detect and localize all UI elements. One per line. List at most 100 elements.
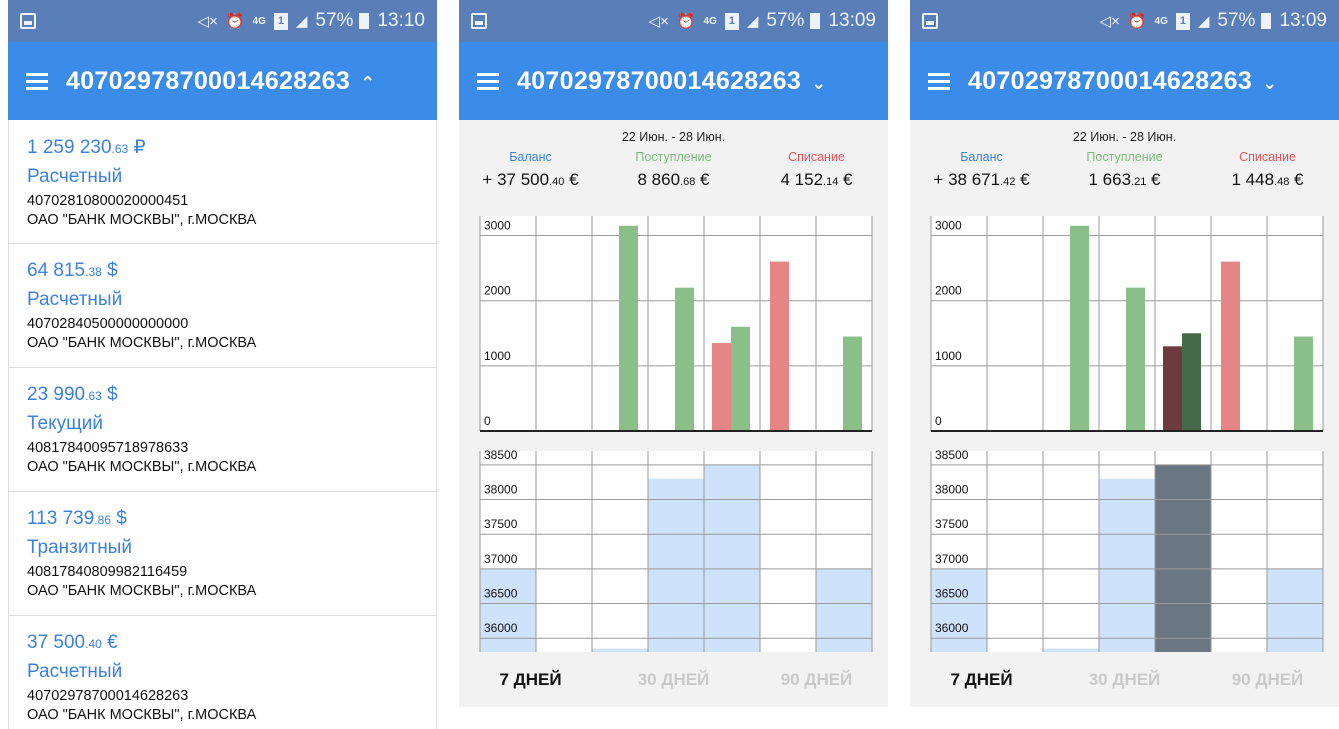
account-type: Расчетный [27, 289, 123, 310]
account-amount: 113 739.86 $ [27, 508, 127, 529]
balance-bar [480, 568, 536, 652]
expense-label: Списание [788, 150, 845, 164]
account-item[interactable]: 37 500.40 € Расчетный 407029787000146282… [9, 616, 436, 729]
account-title: 40702978700014628263 [517, 66, 802, 95]
account-item[interactable]: 1 259 230.63 ₽ Расчетный 407028108000200… [9, 120, 436, 244]
balance-value: + 38 671.42 € [933, 170, 1030, 189]
account-item[interactable]: 64 815.38 $ Расчетный 407028405000000000… [9, 244, 436, 368]
bank-name: ОАО "БАНК МОСКВЫ", г.МОСКВА [27, 335, 257, 351]
signal-icon: ◢ [746, 13, 759, 30]
account-item[interactable]: 113 739.86 $ Транзитный 4081784080998211… [9, 492, 436, 616]
account-number: 40702840500000000000 [27, 316, 189, 332]
account-type: Текущий [27, 413, 103, 434]
bank-name: ОАО "БАНК МОСКВЫ", г.МОСКВА [27, 459, 257, 475]
account-title: 40702978700014628263 [66, 66, 351, 95]
y-tick-label: 37500 [935, 517, 969, 531]
clock: 13:09 [1279, 10, 1327, 31]
income-label: Поступление [1086, 150, 1163, 164]
account-amount: 64 815.38 $ [27, 260, 118, 281]
clock: 13:10 [377, 10, 425, 31]
balance-chart[interactable]: 36000365003700037500380003850022 Июн.23 … [459, 206, 888, 652]
menu-icon[interactable] [928, 73, 950, 90]
y-tick-label: 38500 [935, 448, 969, 462]
alarm-icon: ⏰ [1127, 13, 1147, 30]
alarm-icon: ⏰ [225, 13, 245, 30]
account-type: Расчетный [27, 166, 123, 187]
tab-90-days[interactable]: 90 ДНЕЙ [1196, 670, 1339, 690]
battery-icon [359, 13, 370, 29]
balance-bar [1155, 464, 1211, 652]
y-tick-label: 36500 [484, 587, 518, 601]
sim-icon: 1 [1175, 12, 1190, 30]
balance-bar [1267, 568, 1323, 652]
battery-percent: 57% [1217, 10, 1256, 31]
income-value: 8 860.68 € [637, 170, 710, 189]
period-range: 22 Июн. - 28 Июн. [621, 130, 726, 144]
period-tabs: 7 ДНЕЙ 30 ДНЕЙ 90 ДНЕЙ [910, 652, 1339, 707]
balance-chart[interactable]: 36000365003700037500380003850022 Июн.23 … [910, 206, 1339, 652]
expense-summary: Списание 1 448.48 € [1196, 150, 1339, 190]
signal-icon: ◢ [1197, 13, 1210, 30]
y-tick-label: 37000 [935, 552, 969, 566]
balance-bar [816, 568, 872, 652]
account-type: Транзитный [27, 537, 132, 558]
account-selector[interactable]: 40702978700014628263 ⌃ [66, 67, 375, 96]
account-amount: 1 259 230.63 ₽ [27, 137, 146, 158]
signal-icon: ◢ [295, 13, 308, 30]
bank-name: ОАО "БАНК МОСКВЫ", г.МОСКВА [27, 212, 257, 228]
account-list: 1 259 230.63 ₽ Расчетный 407028108000200… [8, 120, 437, 729]
period-tabs: 7 ДНЕЙ 30 ДНЕЙ 90 ДНЕЙ [459, 652, 888, 707]
y-tick-label: 37000 [484, 552, 518, 566]
account-amount: 23 990.63 $ [27, 384, 118, 405]
battery-icon [810, 13, 821, 29]
mute-icon: ◁× [197, 13, 218, 30]
tab-7-days[interactable]: 7 ДНЕЙ [910, 670, 1053, 690]
y-tick-label: 38500 [484, 448, 518, 462]
account-selector[interactable]: 40702978700014628263 ⌄ [968, 67, 1277, 96]
period-summary: 22 Июн. - 28 Июн. Баланс + 38 671.42 € П… [910, 120, 1339, 206]
status-bar: ◁× ⏰ 4G 1 ◢ 57% 13:09 [459, 0, 888, 42]
account-chart-screen-selected: ◁× ⏰ 4G 1 ◢ 57% 13:09 407029787000146282… [910, 0, 1339, 729]
account-number: 40817840095718978633 [27, 440, 189, 456]
balance-value: + 37 500.40 € [482, 170, 579, 189]
menu-icon[interactable] [477, 73, 499, 90]
chevron-down-icon: ⌄ [1262, 72, 1278, 93]
income-label: Поступление [635, 150, 712, 164]
bank-name: ОАО "БАНК МОСКВЫ", г.МОСКВА [27, 707, 257, 723]
charts-area: 0 1000 2000 3000 36000 36500 37000 37500 38000 3… [910, 206, 1339, 652]
tab-7-days[interactable]: 7 ДНЕЙ [459, 670, 602, 690]
balance-summary: Баланс + 38 671.42 € [910, 150, 1053, 190]
balance-bar [592, 648, 648, 652]
period-summary: 22 Июн. - 28 Июн. Баланс + 37 500.40 € П… [459, 120, 888, 206]
balance-summary: Баланс + 37 500.40 € [459, 150, 602, 190]
account-number: 40702978700014628263 [27, 688, 189, 704]
account-amount: 37 500.40 € [27, 632, 118, 653]
tab-90-days[interactable]: 90 ДНЕЙ [745, 670, 888, 690]
balance-label: Баланс [509, 150, 552, 164]
balance-label: Баланс [960, 150, 1003, 164]
tab-30-days[interactable]: 30 ДНЕЙ [602, 670, 745, 690]
income-summary: Поступление 1 663.21 € [1053, 150, 1196, 190]
account-item[interactable]: 23 990.63 $ Текущий 40817840095718978633… [9, 368, 436, 492]
menu-icon[interactable] [26, 73, 48, 90]
account-selector[interactable]: 40702978700014628263 ⌄ [517, 67, 826, 96]
app-bar: 40702978700014628263 ⌃ [8, 42, 437, 120]
account-number: 40702810800020000451 [27, 193, 189, 209]
status-bar: ◁× ⏰ 4G 1 ◢ 57% 13:09 [910, 0, 1339, 42]
tab-30-days[interactable]: 30 ДНЕЙ [1053, 670, 1196, 690]
charts-area: 0 1000 2000 3000 36000 36500 37000 37500 38000 3… [459, 206, 888, 652]
app-bar: 40702978700014628263 ⌄ [459, 42, 888, 120]
gallery-notification-icon [922, 13, 938, 29]
income-value: 1 663.21 € [1088, 170, 1161, 189]
gallery-notification-icon [471, 13, 487, 29]
battery-icon [1261, 13, 1272, 29]
network-type-icon: 4G [252, 15, 266, 27]
alarm-icon: ⏰ [676, 13, 696, 30]
clock: 13:09 [828, 10, 876, 31]
account-title: 40702978700014628263 [968, 66, 1253, 95]
balance-bar [931, 568, 987, 652]
y-tick-label: 36000 [484, 621, 518, 635]
balance-bar [648, 478, 704, 652]
mute-icon: ◁× [648, 13, 669, 30]
account-type: Расчетный [27, 661, 123, 682]
